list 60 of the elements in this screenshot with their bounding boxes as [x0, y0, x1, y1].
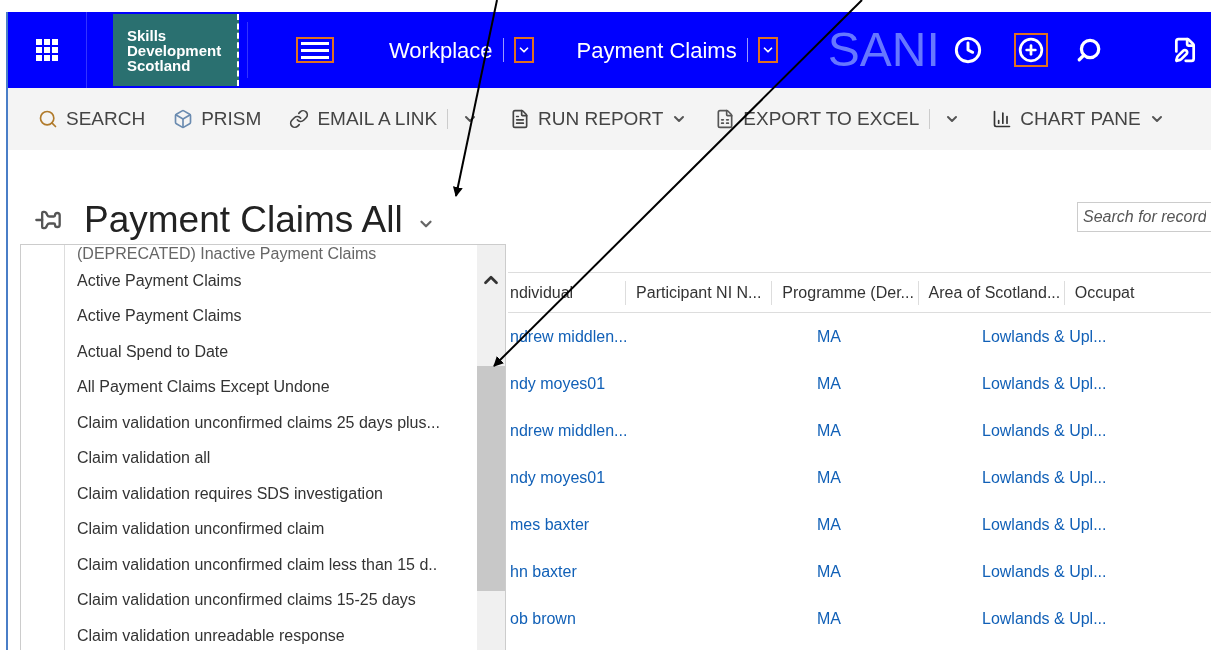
spreadsheet-icon	[715, 109, 736, 129]
record-link[interactable]: ob brown	[510, 609, 576, 627]
breadcrumb-link[interactable]: Payment Claims	[576, 33, 737, 67]
menu-item[interactable]: All Payment Claims Except Undone	[65, 369, 477, 405]
logo-text: Skills	[127, 27, 168, 43]
toolbar-button[interactable]: EMAIL A LINK	[289, 104, 438, 134]
table-cell: MA	[817, 609, 841, 627]
record-link[interactable]: Lowlands & Upl...	[982, 515, 1107, 533]
record-link[interactable]: Lowlands & Upl...	[982, 374, 1107, 392]
menu-item[interactable]: Active Payment Claims	[65, 298, 477, 334]
toolbar-button[interactable]: PRISM	[173, 104, 262, 134]
menu-item[interactable]: Active Payment Claims	[65, 263, 477, 299]
clock-icon[interactable]	[953, 36, 982, 64]
menu-item[interactable]: Claim validation requires SDS investigation	[65, 476, 477, 512]
record-link[interactable]: Lowlands & Upl...	[982, 562, 1107, 580]
view-title: Payment Claims All	[84, 198, 403, 243]
app-grid-icon[interactable]	[36, 39, 58, 61]
table-cell: MA	[817, 421, 841, 439]
scrollbar[interactable]	[477, 245, 505, 650]
toolbar-button[interactable]: EXPORT TO EXCEL	[715, 104, 920, 134]
record-link[interactable]: Lowlands & Upl...	[982, 421, 1107, 439]
menu-button[interactable]	[296, 37, 334, 63]
logo-text: Scotland	[127, 57, 191, 73]
menu-item[interactable]: Claim validation unconfirmed claims 15-25 days	[65, 582, 477, 618]
column-header[interactable]: Programme (Der...	[782, 280, 914, 305]
add-button[interactable]	[1013, 33, 1048, 67]
search-icon[interactable]	[1075, 37, 1102, 63]
toolbar-button[interactable]: SEARCH	[38, 104, 146, 134]
menu-item[interactable]: Actual Spend to Date	[65, 334, 477, 370]
menu-item[interactable]: (DEPRECATED) Inactive Payment Claims	[65, 245, 477, 263]
menu-item[interactable]: Claim validation unconfirmed claim less than 15 d..	[65, 547, 477, 583]
bar-chart-icon	[992, 109, 1013, 129]
cube-icon	[173, 109, 194, 129]
table-cell: MA	[817, 374, 841, 392]
record-link[interactable]: mes baxter	[510, 515, 590, 533]
record-link[interactable]: ndy moyes01	[510, 468, 606, 486]
menu-item[interactable]: Claim validation unconfirmed claims 25 days plus...	[65, 405, 477, 441]
table-cell: MA	[817, 468, 841, 486]
faded-text: SANI	[827, 26, 940, 74]
table-cell: MA	[817, 562, 841, 580]
record-link[interactable]: ndy moyes01	[510, 374, 606, 392]
record-link[interactable]: ndrew middlen...	[510, 421, 628, 439]
column-header[interactable]: Occupat	[1074, 280, 1135, 305]
column-header[interactable]: Area of Scotland...	[928, 280, 1061, 305]
column-header[interactable]: Participant NI N...	[636, 280, 762, 305]
record-link[interactable]: hn baxter	[510, 562, 577, 580]
scrollbar-thumb[interactable]	[477, 366, 505, 591]
menu-item[interactable]: Claim validation unreadable response	[65, 618, 477, 650]
search-icon	[38, 109, 58, 129]
record-link[interactable]: Lowlands & Upl...	[982, 609, 1107, 627]
menu-item[interactable]: Claim validation all	[65, 440, 477, 476]
table-cell: MA	[817, 515, 841, 533]
record-link[interactable]: Lowlands & Upl...	[982, 327, 1107, 345]
toolbar-button[interactable]: RUN REPORT	[510, 104, 688, 134]
link-icon	[289, 109, 310, 129]
table-cell: MA	[817, 327, 841, 345]
toolbar-button[interactable]: CHART PANE	[992, 104, 1165, 134]
menu-item[interactable]: Claim validation unconfirmed claim	[65, 511, 477, 547]
record-link[interactable]: Lowlands & Upl...	[982, 468, 1107, 486]
logo-text: Development	[127, 42, 223, 58]
